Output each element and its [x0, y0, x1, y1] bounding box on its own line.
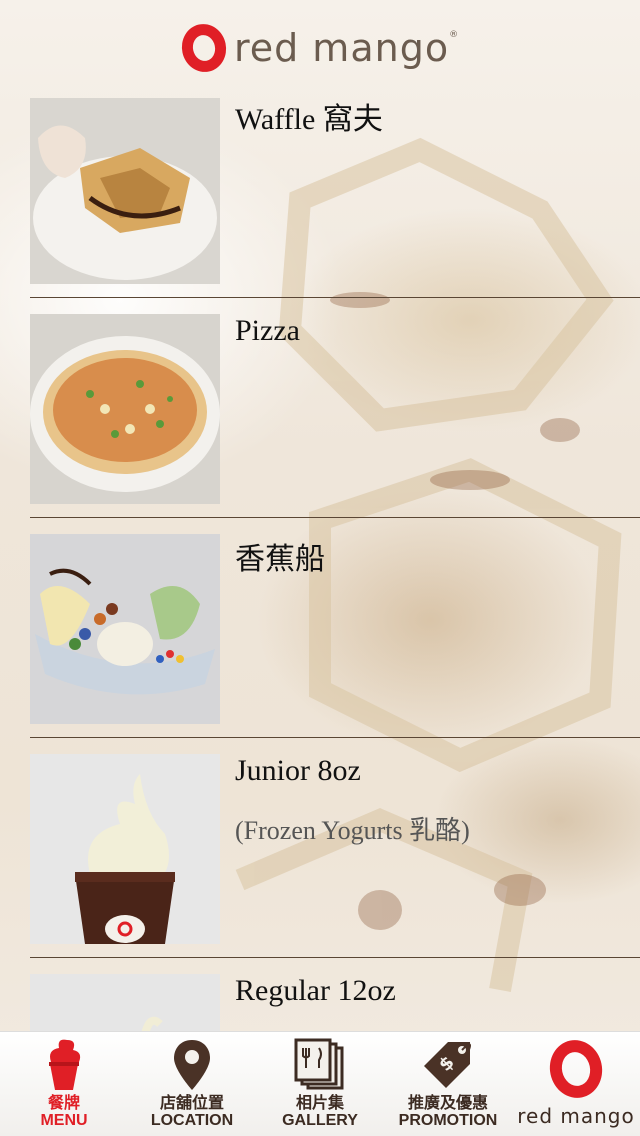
menu-item-title: Junior 8oz [235, 754, 361, 787]
tab-label-en: GALLERY [282, 1112, 358, 1129]
tab-label-en: LOCATION [150, 1112, 234, 1129]
price-tag-icon: $ [424, 1042, 471, 1088]
menu-item-pizza[interactable]: Pizza [30, 298, 640, 518]
tab-label-cn: 店舖位置 [159, 1093, 224, 1112]
tab-brand-logo[interactable]: red mango [512, 1032, 640, 1136]
map-pin-icon [174, 1040, 210, 1090]
registered-mark: ® [449, 30, 459, 40]
red-mango-logo-icon [177, 19, 231, 77]
tab-location[interactable]: 店舖位置 LOCATION [128, 1032, 256, 1136]
tab-gallery[interactable]: 相片集 GALLERY [256, 1032, 384, 1136]
frozen-yogurt-thumbnail [30, 754, 220, 944]
menu-item-banana-split[interactable]: 香蕉船 [30, 518, 640, 738]
waffle-thumbnail [30, 98, 220, 284]
menu-item-subtitle: (Frozen Yogurts 乳酪) [235, 816, 470, 845]
app-header: red mango ® [0, 0, 640, 96]
brand-logo-text: red mango [517, 1104, 635, 1128]
menu-item-waffle[interactable]: Waffle 窩夫 [30, 98, 640, 298]
red-mango-logo-icon [544, 1035, 608, 1103]
pizza-thumbnail [30, 314, 220, 504]
menu-item-title: 香蕉船 [235, 543, 325, 576]
menu-item-title: Waffle 窩夫 [235, 103, 383, 136]
brand-name: red mango [233, 26, 450, 70]
ice-cream-icon [49, 1039, 81, 1090]
tab-label-en: PROMOTION [398, 1112, 498, 1129]
brand-logo: red mango ® [177, 19, 459, 77]
menu-item-title: Pizza [235, 314, 300, 347]
photo-stack-icon [294, 1038, 344, 1090]
tab-label-cn: 推廣及優惠 [407, 1093, 488, 1112]
menu-list: Waffle 窩夫 Pizza 香蕉船 Junior 8oz (Frozen Y… [30, 98, 640, 1136]
banana-split-thumbnail [30, 534, 220, 724]
tab-menu[interactable]: 餐牌 MENU [0, 1032, 128, 1136]
tab-label-en: MENU [40, 1112, 88, 1129]
bottom-tab-bar: 餐牌 MENU 店舖位置 LOCATION 相片集 GALLERY $ 推廣及優… [0, 1031, 640, 1136]
tab-label-cn: 餐牌 [47, 1093, 80, 1112]
tab-promotion[interactable]: $ 推廣及優惠 PROMOTION [384, 1032, 512, 1136]
menu-item-title: Regular 12oz [235, 974, 396, 1007]
menu-item-junior[interactable]: Junior 8oz (Frozen Yogurts 乳酪) [30, 738, 640, 958]
tab-label-cn: 相片集 [295, 1093, 344, 1112]
